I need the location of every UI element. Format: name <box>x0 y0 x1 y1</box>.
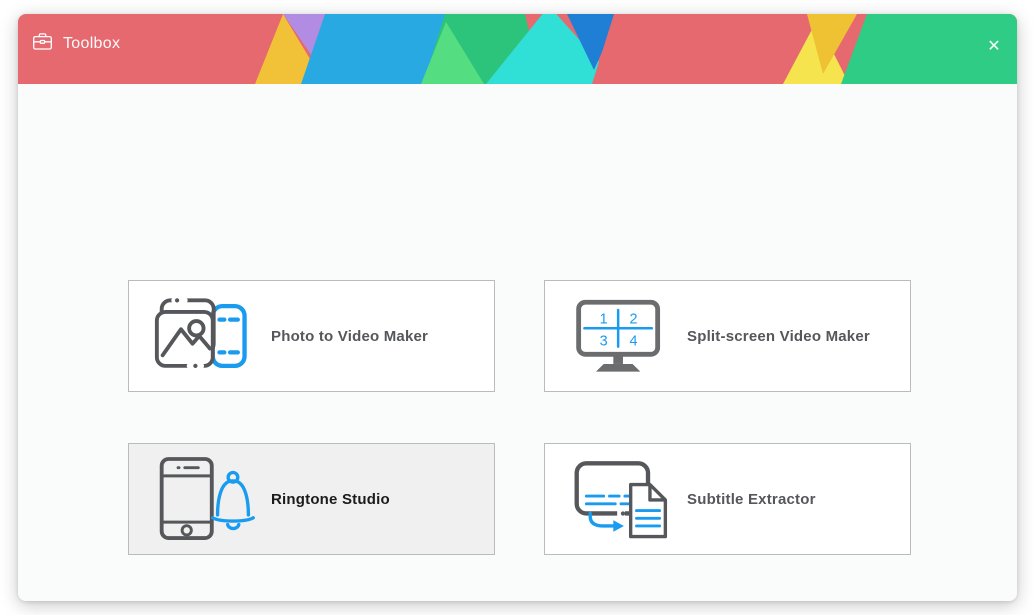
card-label: Photo to Video Maker <box>271 328 428 345</box>
card-photo-to-video-maker[interactable]: Photo to Video Maker <box>128 280 495 392</box>
card-label: Split-screen Video Maker <box>687 328 870 345</box>
card-split-screen-video-maker[interactable]: 1 2 3 4 Split-screen Video Maker <box>544 280 911 392</box>
svg-text:2: 2 <box>630 311 638 327</box>
svg-text:1: 1 <box>600 311 608 327</box>
split-screen-icon: 1 2 3 4 <box>569 289 675 383</box>
subtitle-extractor-icon <box>569 452 675 546</box>
toolbox-window: Toolbox ✕ <box>18 14 1017 601</box>
card-ringtone-studio[interactable]: Ringtone Studio <box>128 443 495 555</box>
svg-text:4: 4 <box>630 334 638 350</box>
window-title: Toolbox <box>63 35 120 53</box>
toolbox-icon <box>32 32 53 56</box>
ringtone-icon <box>153 452 259 546</box>
card-label: Ringtone Studio <box>271 491 390 508</box>
card-subtitle-extractor[interactable]: Subtitle Extractor <box>544 443 911 555</box>
photo-to-video-icon <box>153 289 259 383</box>
card-label: Subtitle Extractor <box>687 491 816 508</box>
titlebar: Toolbox ✕ <box>18 14 1017 84</box>
toolbox-body: Photo to Video Maker 1 2 3 4 <box>18 84 1017 601</box>
close-button[interactable]: ✕ <box>979 32 1009 62</box>
banner-triangles-decoration <box>18 14 1017 84</box>
svg-text:3: 3 <box>600 334 608 350</box>
